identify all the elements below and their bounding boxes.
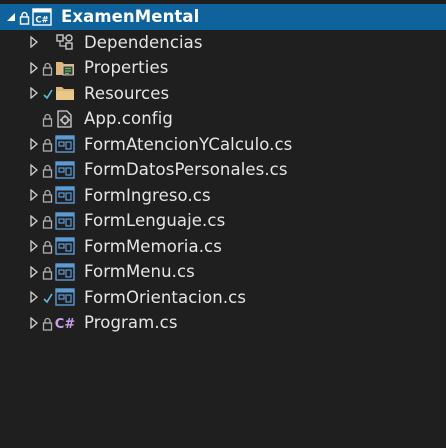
tree-item-program[interactable]: C# Program.cs: [0, 310, 446, 336]
collapsed-arrow-icon[interactable]: [27, 288, 41, 306]
tree-item-resources[interactable]: Resources: [0, 81, 446, 107]
dependencies-icon: [54, 32, 76, 52]
svg-text:C#: C#: [55, 317, 76, 332]
tree-item-app-config[interactable]: App.config: [0, 106, 446, 132]
lock-icon: [41, 136, 54, 152]
check-icon: [41, 85, 54, 101]
check-icon: [41, 289, 54, 305]
lock-icon: [41, 238, 54, 254]
tree-item-project[interactable]: C# ExamenMental: [0, 4, 446, 30]
tree-item-label: App.config: [84, 109, 173, 129]
tree-item-label: FormDatosPersonales.cs: [84, 160, 288, 180]
solution-explorer-tree: C# ExamenMental Dependencias Properties: [0, 0, 446, 448]
tree-item-label: FormLenguaje.cs: [84, 211, 226, 231]
lock-icon: [41, 111, 54, 127]
project-label: ExamenMental: [61, 7, 200, 27]
collapsed-arrow-icon[interactable]: [27, 33, 41, 51]
csharp-file-icon: C#: [54, 313, 76, 333]
tree-item-form-menu[interactable]: FormMenu.cs: [0, 259, 446, 285]
lock-icon: [41, 187, 54, 203]
tree-item-label: Properties: [84, 58, 169, 78]
tree-item-label: FormAtencionYCalculo.cs: [84, 134, 293, 154]
lock-icon: [41, 162, 54, 178]
form-file-icon: [54, 134, 76, 154]
tree-item-form-atencion[interactable]: FormAtencionYCalculo.cs: [0, 132, 446, 158]
collapsed-arrow-icon[interactable]: [27, 237, 41, 255]
tree-item-form-ingreso[interactable]: FormIngreso.cs: [0, 183, 446, 209]
svg-text:C#: C#: [35, 15, 48, 25]
form-file-icon: [54, 262, 76, 282]
form-file-icon: [54, 236, 76, 256]
tree-item-properties[interactable]: Properties: [0, 55, 446, 81]
collapsed-arrow-icon[interactable]: [27, 263, 41, 281]
collapsed-arrow-icon[interactable]: [27, 84, 41, 102]
tree-item-label: Program.cs: [84, 313, 178, 333]
expanded-arrow-icon[interactable]: [4, 8, 18, 26]
tree-item-label: FormIngreso.cs: [84, 185, 211, 205]
tree-item-form-orientacion[interactable]: FormOrientacion.cs: [0, 285, 446, 311]
collapsed-arrow-icon[interactable]: [27, 59, 41, 77]
tree-item-label: FormOrientacion.cs: [84, 287, 247, 307]
form-file-icon: [54, 160, 76, 180]
collapsed-arrow-icon[interactable]: [27, 186, 41, 204]
form-file-icon: [54, 185, 76, 205]
properties-folder-icon: [54, 58, 76, 78]
form-file-icon: [54, 287, 76, 307]
form-file-icon: [54, 211, 76, 231]
csharp-project-icon: C#: [31, 7, 53, 27]
tree-item-form-lenguaje[interactable]: FormLenguaje.cs: [0, 208, 446, 234]
tree-item-label: FormMenu.cs: [84, 262, 195, 282]
tree-item-dependencias[interactable]: Dependencias: [0, 30, 446, 56]
collapsed-arrow-icon[interactable]: [27, 212, 41, 230]
lock-icon: [41, 60, 54, 76]
lock-icon: [41, 213, 54, 229]
tree-item-label: Dependencias: [84, 32, 203, 52]
collapsed-arrow-icon[interactable]: [27, 135, 41, 153]
collapsed-arrow-icon[interactable]: [27, 161, 41, 179]
tree-item-label: FormMemoria.cs: [84, 236, 222, 256]
folder-icon: [54, 83, 76, 103]
tree-item-form-memoria[interactable]: FormMemoria.cs: [0, 234, 446, 260]
lock-icon: [41, 264, 54, 280]
collapsed-arrow-icon[interactable]: [27, 314, 41, 332]
config-file-icon: [54, 109, 76, 129]
tree-item-label: Resources: [84, 83, 170, 103]
lock-icon: [18, 9, 31, 25]
lock-icon: [41, 315, 54, 331]
tree-item-form-datos-personales[interactable]: FormDatosPersonales.cs: [0, 157, 446, 183]
